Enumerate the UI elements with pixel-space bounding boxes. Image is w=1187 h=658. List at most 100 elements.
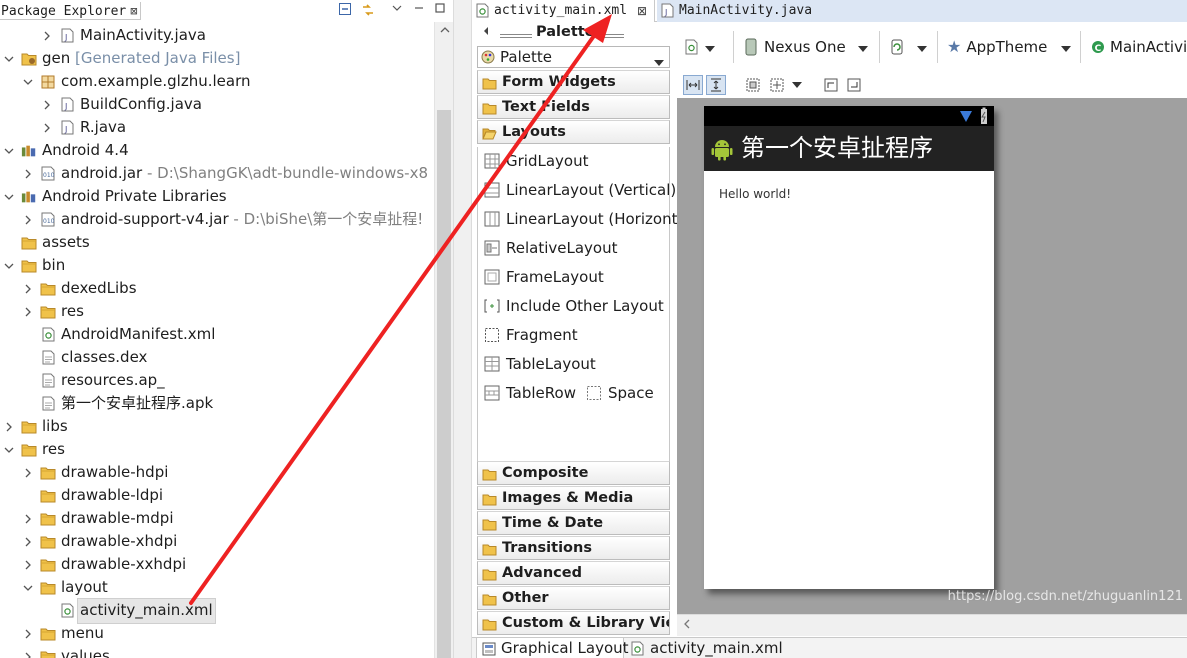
tree-item[interactable]: J MainActivity.java [0, 24, 434, 47]
palette-item[interactable]: TableRow [484, 382, 576, 404]
palette-item[interactable]: RelativeLayout [484, 237, 617, 259]
maximize-icon[interactable] [432, 2, 448, 18]
palette-item[interactable]: Include Other Layout [484, 295, 664, 317]
chevron-right-icon[interactable] [21, 284, 35, 294]
tab-graphical-layout[interactable]: Graphical Layout [476, 638, 629, 658]
tree-item[interactable]: Android Private Libraries [0, 185, 434, 208]
palette-category[interactable]: Advanced [477, 561, 670, 585]
gravity-icon[interactable] [767, 75, 787, 95]
close-tab-icon[interactable]: ⊠ [637, 0, 647, 22]
chevron-right-icon[interactable] [21, 215, 35, 225]
view-divider[interactable] [453, 0, 472, 658]
chevron-right-icon[interactable] [21, 652, 35, 658]
palette-category[interactable]: Images & Media [477, 486, 670, 510]
palette-category[interactable]: Time & Date [477, 511, 670, 535]
package-explorer-tab[interactable]: Package Explorer ⊠ [0, 2, 142, 20]
tree-item[interactable]: libs [0, 415, 434, 438]
link-with-editor-icon[interactable] [360, 2, 376, 18]
palette-category[interactable]: Transitions [477, 536, 670, 560]
palette-category[interactable]: Custom & Library Views [477, 611, 670, 635]
chevron-down-icon[interactable] [2, 193, 16, 201]
close-view-icon[interactable]: ⊠ [130, 4, 137, 18]
chevron-down-icon[interactable] [21, 78, 35, 86]
gravity-dropdown-icon[interactable] [787, 75, 807, 95]
palette-item[interactable]: LinearLayout (Vertical) [484, 179, 676, 201]
tree-item[interactable]: drawable-ldpi [0, 484, 434, 507]
layout-canvas[interactable]: 第一个安卓扯程序 Hello world! https://blog.csdn.… [677, 98, 1187, 614]
palette-item[interactable]: LinearLayout (Horizont [484, 208, 677, 230]
toggle-fill-height-icon[interactable] [706, 75, 726, 95]
theme-selector[interactable]: ★ AppTheme [947, 35, 1072, 59]
chevron-down-icon[interactable] [2, 262, 16, 270]
palette-category[interactable]: Other [477, 586, 670, 610]
activity-selector[interactable]: C MainActivi [1091, 35, 1187, 59]
device-screen-preview[interactable]: 第一个安卓扯程序 Hello world! [704, 106, 994, 589]
canvas-horizontal-scrollbar[interactable] [677, 614, 1187, 636]
chevron-right-icon[interactable] [21, 560, 35, 570]
tree-item[interactable]: 010 android.jar - D:\ShangGK\adt-bundle-w… [0, 162, 434, 185]
chevron-right-icon[interactable] [21, 468, 35, 478]
palette-item[interactable]: FrameLayout [484, 266, 604, 288]
clear-weights-icon[interactable] [844, 75, 864, 95]
palette-item[interactable]: Space [586, 382, 654, 404]
tree-item[interactable]: activity_main.xml [0, 597, 434, 624]
tree-item[interactable]: drawable-xhdpi [0, 530, 434, 553]
chevron-right-icon[interactable] [21, 629, 35, 639]
chevron-right-icon[interactable] [21, 307, 35, 317]
chevron-right-icon[interactable] [40, 31, 54, 41]
view-menu-icon[interactable] [389, 2, 405, 18]
distribute-weights-icon[interactable] [821, 75, 841, 95]
config-chooser-button[interactable] [685, 35, 715, 59]
tree-item[interactable]: gen [Generated Java Files] [0, 47, 434, 70]
chevron-right-icon[interactable] [21, 537, 35, 547]
tree-item[interactable]: J R.java [0, 116, 434, 139]
palette-category[interactable]: Form Widgets [477, 70, 670, 94]
chevron-down-icon[interactable] [21, 584, 35, 592]
chevron-right-icon[interactable] [40, 100, 54, 110]
tree-item[interactable]: drawable-hdpi [0, 461, 434, 484]
chevron-down-icon[interactable] [2, 446, 16, 454]
palette-item[interactable]: Fragment [484, 324, 578, 346]
scroll-thumb[interactable] [437, 110, 451, 658]
tree-item[interactable]: AndroidManifest.xml [0, 323, 434, 346]
tree-item[interactable]: classes.dex [0, 346, 434, 369]
tree-item[interactable]: 010 android-support-v4.jar - D:\biShe\第一个… [0, 208, 434, 231]
minimize-icon[interactable] [411, 2, 427, 18]
palette-grip-left[interactable] [500, 34, 532, 38]
palette-mode-select[interactable]: Palette [477, 46, 670, 68]
scroll-left-icon[interactable] [683, 618, 691, 632]
tree-item[interactable]: res [0, 438, 434, 461]
chevron-down-icon[interactable] [2, 55, 16, 63]
tree-item[interactable]: J BuildConfig.java [0, 93, 434, 116]
tree-item[interactable]: Android 4.4 [0, 139, 434, 162]
scroll-up-icon[interactable] [435, 26, 454, 34]
palette-category[interactable]: Text Fields [477, 95, 670, 119]
palette-item[interactable]: GridLayout [484, 150, 588, 172]
margins-icon[interactable] [743, 75, 763, 95]
chevron-right-icon[interactable] [21, 169, 35, 179]
toggle-fill-width-icon[interactable] [683, 75, 703, 95]
tab-mainactivity-java[interactable]: J MainActivity.java [657, 0, 1187, 22]
tree-item[interactable]: menu [0, 622, 434, 645]
palette-grip-right[interactable] [596, 34, 624, 38]
tree-vertical-scrollbar[interactable] [434, 22, 453, 658]
tree-item[interactable]: drawable-xxhdpi [0, 553, 434, 576]
tree-item[interactable]: drawable-mdpi [0, 507, 434, 530]
tree-item[interactable]: assets [0, 231, 434, 254]
tree-item[interactable]: 第一个安卓扯程序.apk [0, 392, 434, 415]
tab-activity-main-xml[interactable]: activity_main.xml ⊠ [472, 0, 655, 22]
collapse-all-icon[interactable] [337, 2, 353, 18]
orientation-selector[interactable] [889, 35, 927, 59]
tree-item[interactable]: dexedLibs [0, 277, 434, 300]
palette-category[interactable]: Composite [477, 461, 670, 485]
tree-item[interactable]: res [0, 300, 434, 323]
tree-item[interactable]: resources.ap_ [0, 369, 434, 392]
chevron-down-icon[interactable] [2, 147, 16, 155]
tab-xml-source[interactable]: activity_main.xml [626, 638, 786, 658]
hello-world-textview[interactable]: Hello world! [719, 187, 791, 201]
tree-item[interactable]: com.example.glzhu.learn [0, 70, 434, 93]
chevron-right-icon[interactable] [2, 422, 16, 432]
tree-item[interactable]: layout [0, 576, 434, 599]
tree-item[interactable]: bin [0, 254, 434, 277]
collapse-palette-icon[interactable] [482, 26, 490, 39]
